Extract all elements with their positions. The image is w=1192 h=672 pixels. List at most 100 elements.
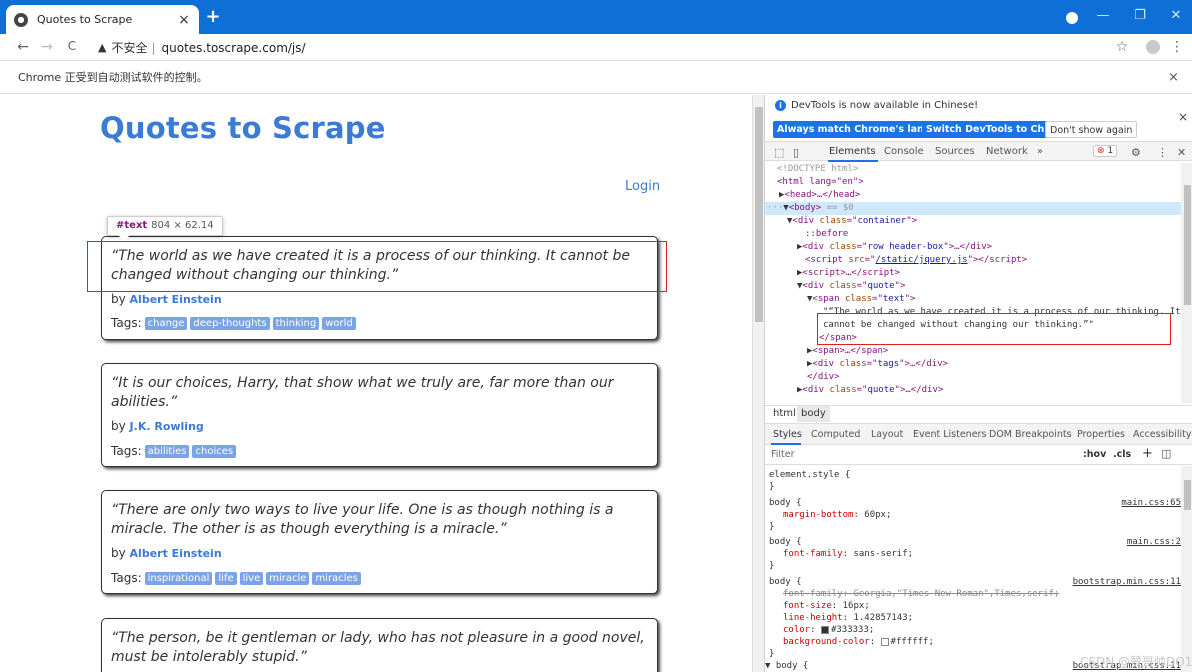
bookmark-star-icon[interactable]: ☆ [1113,39,1131,55]
tab-layout[interactable]: Layout [871,429,903,440]
dom-node[interactable]: ▼<div class="container"> [765,215,1181,228]
reload-button[interactable]: C [63,39,81,53]
styles-scrollbar[interactable] [1181,466,1192,672]
dom-node-selected[interactable]: ···▼<body> == $0 [765,202,1181,215]
more-tabs-icon[interactable]: » [1037,146,1043,157]
css-rule-selector[interactable]: body {bootstrap.min.css:11 [765,576,1181,588]
dom-node[interactable]: ▼<div class="quote"> [765,280,1181,293]
scrollbar-thumb[interactable] [1184,480,1191,510]
tab-dom-breakpoints[interactable]: DOM Breakpoints [989,429,1072,440]
dom-node[interactable]: ▶<div class="row header-box">…</div> [765,241,1181,254]
dom-node[interactable]: ::before [765,228,1181,241]
tag-link[interactable]: thinking [272,316,320,330]
back-button[interactable]: ← [14,39,32,55]
notice-close-icon[interactable]: × [1178,110,1188,124]
dom-node[interactable]: <script src="/static/jquery.js"></script… [765,254,1181,267]
devtools-menu-icon[interactable]: ⋮ [1157,146,1168,159]
error-badge[interactable]: ⊗ 1 [1093,145,1118,157]
css-declaration[interactable]: line-height: 1.42857143; [765,612,1181,624]
tag-link[interactable]: life [215,571,237,585]
close-window-button[interactable]: ✕ [1166,8,1186,23]
author-link[interactable]: J.K. Rowling [130,420,204,433]
settings-gear-icon[interactable]: ⚙ [1131,146,1141,159]
color-swatch[interactable] [880,637,889,646]
tab-close-icon[interactable]: × [177,12,191,28]
color-swatch[interactable] [820,625,829,634]
tab-console[interactable]: Console [884,146,924,157]
css-rule-close: } [769,522,775,532]
tab-network[interactable]: Network [986,146,1028,157]
css-declaration[interactable]: margin-bottom: 60px; [765,509,1181,521]
author-link[interactable]: Albert Einstein [130,547,222,560]
maximize-button[interactable]: ❐ [1130,8,1150,23]
hov-toggle[interactable]: :hov [1083,449,1106,460]
css-declaration[interactable]: background-color: #ffffff; [765,636,1181,648]
tab-elements[interactable]: Elements [829,146,876,157]
author-link[interactable]: Albert Einstein [130,293,222,306]
dom-node[interactable]: ▶<span>…</span> [765,345,1181,358]
infobar-close-icon[interactable]: × [1168,70,1179,85]
tab-styles[interactable]: Styles [773,429,802,440]
computed-sidebar-icon[interactable]: ◫ [1161,447,1171,460]
address-bar[interactable]: ▲ 不安全 | quotes.toscrape.com/js/ [98,38,306,57]
css-declaration[interactable]: font-size: 16px; [765,600,1181,612]
dom-node[interactable]: <html lang="en"> [765,176,1181,189]
inspect-element-icon[interactable]: ⬚ [774,146,784,159]
css-source-link[interactable]: main.css:65 [1121,497,1181,509]
dom-node[interactable]: ▼<span class="text"> [765,293,1181,306]
url-text[interactable]: quotes.toscrape.com/js/ [162,41,306,55]
scrollbar-thumb[interactable] [755,107,763,322]
collapse-arrow-icon[interactable]: ▼ [765,661,770,671]
tag-link[interactable]: miracles [312,571,361,585]
filter-input[interactable]: Filter [771,449,795,460]
tag-link[interactable]: choices [192,444,237,458]
css-rule-selector[interactable]: element.style { [765,469,1181,481]
cls-toggle[interactable]: .cls [1113,449,1131,460]
tag-link[interactable]: live [239,571,264,585]
css-rule-selector[interactable]: body {main.css:2 [765,536,1181,548]
dom-node[interactable]: <!DOCTYPE html> [765,163,1181,176]
page-scrollbar[interactable] [752,95,764,672]
tab-properties[interactable]: Properties [1077,429,1125,440]
script-src-link[interactable]: /static/jquery.js [875,255,967,265]
tag-link[interactable]: deep-thoughts [190,316,270,330]
tag-link[interactable]: world [322,316,356,330]
new-tab-button[interactable]: + [203,7,223,27]
scrollbar-thumb[interactable] [1184,185,1191,305]
dom-node[interactable]: </div> [765,371,1181,384]
css-declaration[interactable]: color: #333333; [765,624,1181,636]
login-link[interactable]: Login [625,179,660,194]
dom-node[interactable]: ▶<div class="quote">…</div> [765,384,1181,397]
css-rule-selector[interactable]: body {main.css:65 [765,497,1181,509]
browser-tab[interactable]: ● Quotes to Scrape × [6,5,199,34]
dom-node[interactable]: ▶<script>…</script> [765,267,1181,280]
breadcrumb-html[interactable]: html [769,406,800,422]
dom-node[interactable]: ▶<div class="tags">…</div> [765,358,1181,371]
breadcrumb-body[interactable]: body [797,406,830,422]
tag-link[interactable]: inspirational [144,571,213,585]
css-declaration[interactable]: font-family: sans-serif; [765,548,1181,560]
dont-show-button[interactable]: Don't show again [1045,121,1138,138]
menu-icon[interactable]: ⋮ [1168,39,1186,55]
profile-dropdown-icon[interactable] [1066,12,1078,24]
new-rule-button[interactable]: + [1142,446,1153,461]
devtools-close-icon[interactable]: ✕ [1177,146,1186,159]
device-toolbar-icon[interactable]: ▯ [793,146,799,159]
css-declaration-overridden[interactable]: font-family: Georgia,"Times New Roman",T… [765,588,1181,600]
tag-link[interactable]: abilities [144,444,190,458]
css-source-link[interactable]: main.css:2 [1127,536,1181,548]
tab-event-listeners[interactable]: Event Listeners [913,429,986,440]
forward-button[interactable]: → [38,39,56,55]
dom-scrollbar[interactable] [1181,163,1192,403]
css-value: #333333 [830,625,869,635]
tab-sources[interactable]: Sources [935,146,975,157]
avatar[interactable] [1146,40,1160,54]
minimize-button[interactable]: — [1093,8,1113,23]
css-source-link[interactable]: bootstrap.min.css:11 [1073,576,1181,588]
tag-link[interactable]: miracle [266,571,310,585]
dom-node[interactable]: ▶<head>…</head> [765,189,1181,202]
tab-computed[interactable]: Computed [811,429,860,440]
tab-accessibility[interactable]: Accessibility [1133,429,1191,440]
tag-link[interactable]: change [144,316,188,330]
page-title[interactable]: Quotes to Scrape [100,111,386,145]
